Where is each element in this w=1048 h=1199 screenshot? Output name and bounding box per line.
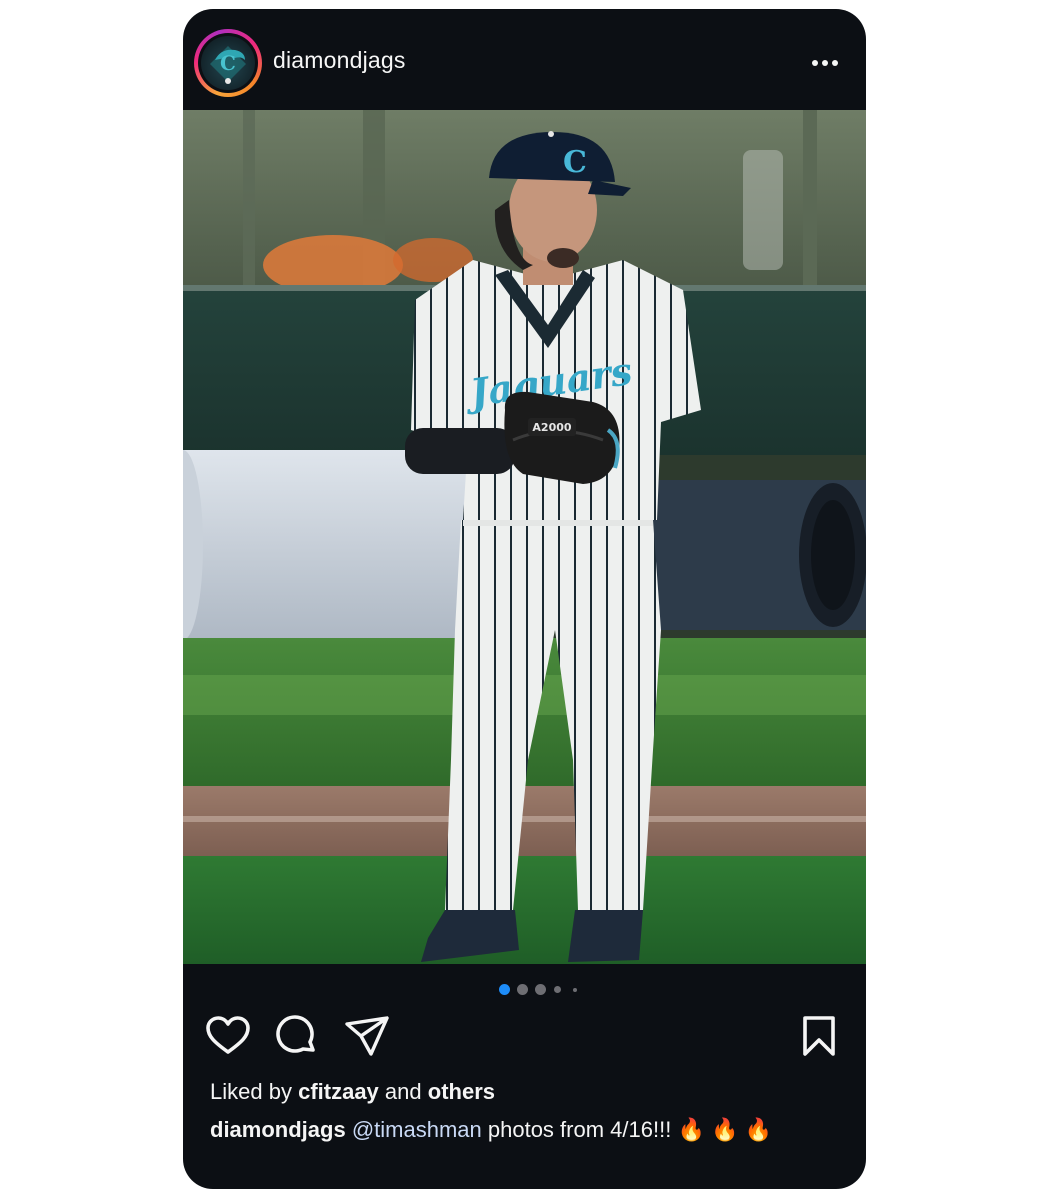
carousel-dot-active — [499, 984, 510, 995]
fire-emojis: 🔥 🔥 🔥 — [677, 1117, 772, 1142]
post-header: C diamondjags — [183, 9, 866, 110]
jaguar-logo-icon: C — [201, 36, 255, 90]
carousel-indicator — [183, 983, 866, 997]
post-photo[interactable]: C Jaguars A2000 — [183, 110, 866, 964]
carousel-dot — [554, 986, 561, 993]
cap-logo: C — [563, 145, 587, 180]
paper-plane-icon[interactable] — [343, 1012, 393, 1062]
glove-label: A2000 — [532, 421, 571, 434]
caption-author[interactable]: diamondjags — [210, 1117, 346, 1142]
carousel-dot — [535, 984, 546, 995]
avatar-frame: C — [198, 33, 258, 93]
bookmark-icon[interactable] — [795, 1012, 845, 1062]
caption-mention[interactable]: @timashman — [352, 1117, 482, 1142]
carousel-dot — [573, 988, 577, 992]
carousel-dot — [517, 984, 528, 995]
caption-text: photos from 4/16!!! — [487, 1117, 672, 1142]
likes-prefix: Liked by — [210, 1079, 292, 1104]
post-actions — [183, 1012, 866, 1072]
likes-others[interactable]: others — [428, 1079, 495, 1104]
instagram-post: C diamondjags C Jaguars A2000 Liked by c… — [183, 9, 866, 1189]
liked-by-user[interactable]: cfitzaay — [298, 1079, 379, 1104]
likes-summary[interactable]: Liked by cfitzaay and others — [210, 1079, 495, 1105]
post-username[interactable]: diamondjags — [273, 47, 406, 74]
heart-icon[interactable] — [204, 1012, 254, 1062]
likes-conjunction: and — [384, 1079, 422, 1104]
comment-icon[interactable] — [273, 1012, 323, 1062]
svg-text:C: C — [220, 51, 236, 75]
more-options-icon[interactable] — [803, 47, 847, 77]
story-ring[interactable]: C — [194, 29, 262, 97]
post-caption: diamondjags @timashman photos from 4/16!… — [210, 1114, 850, 1146]
